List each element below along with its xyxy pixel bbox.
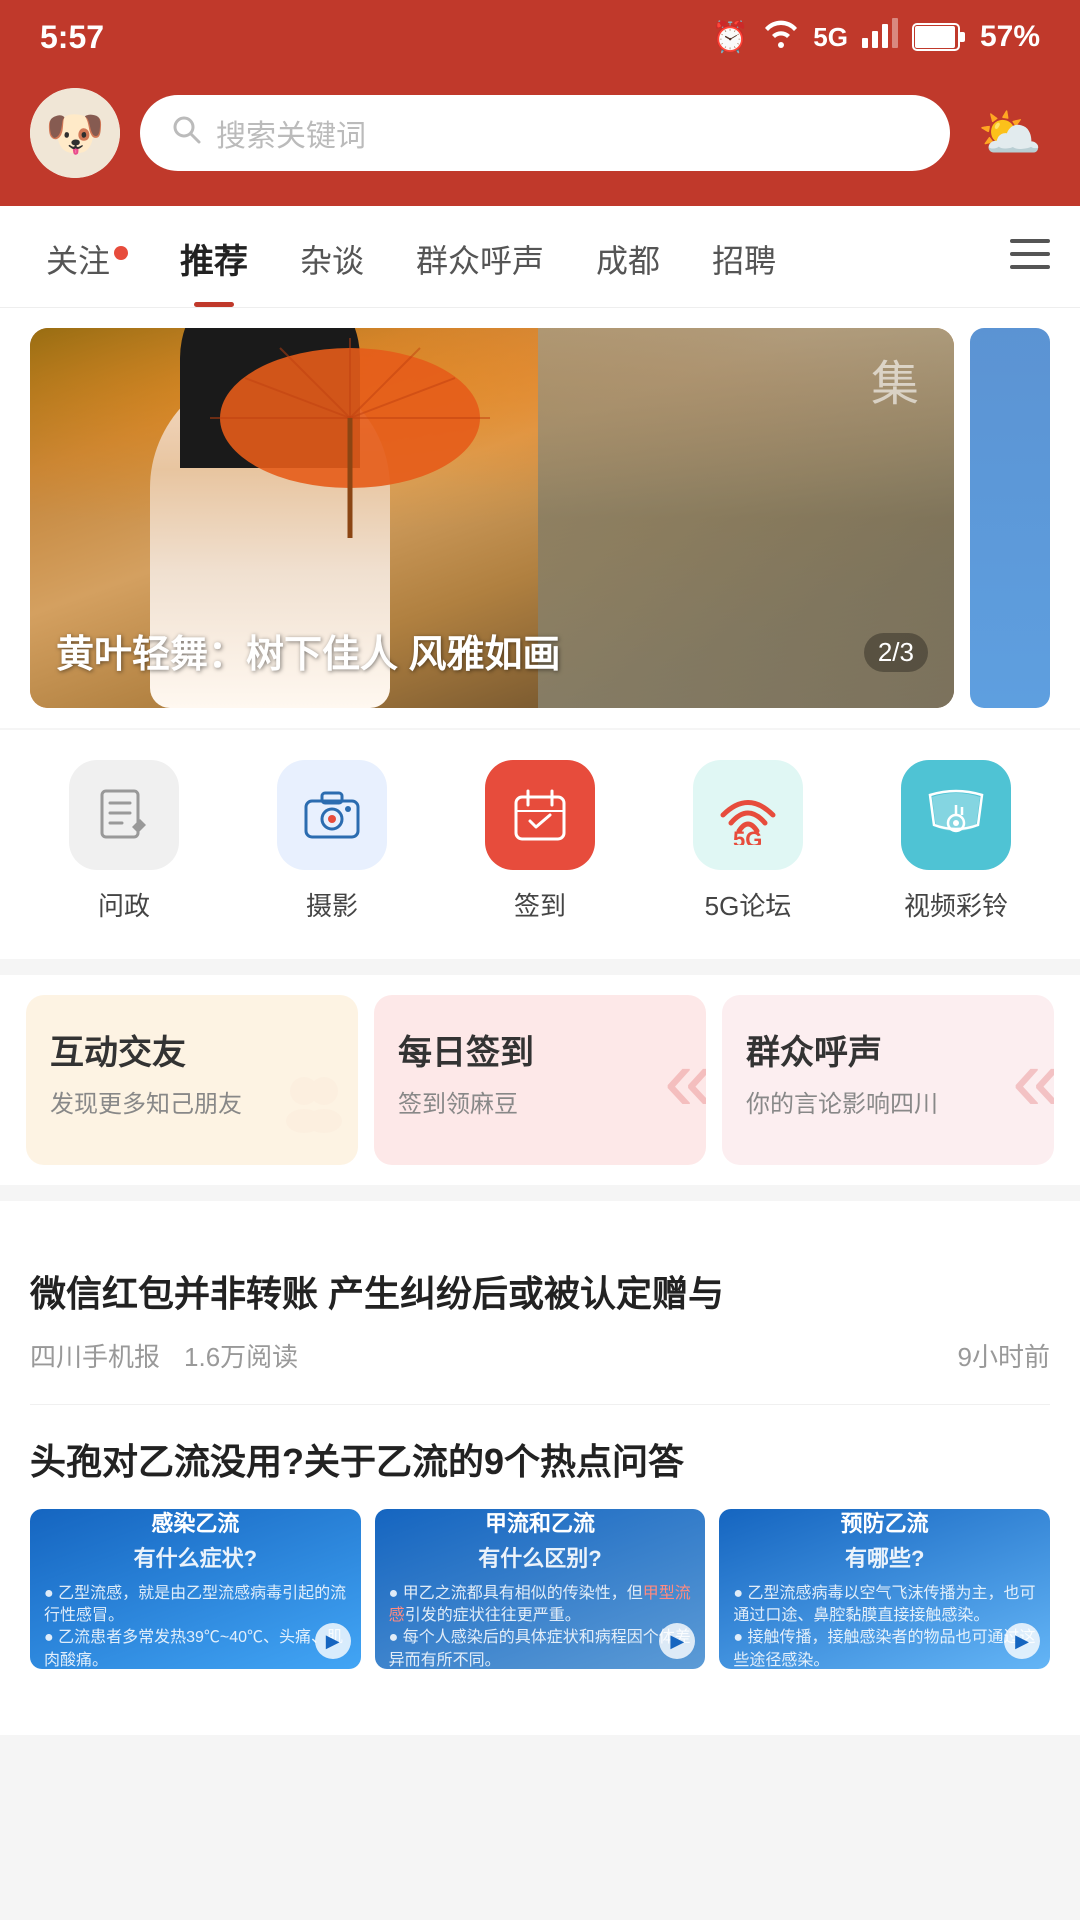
app-header: 🐶 搜索关键词 ⛅ (0, 70, 1080, 206)
promo-qiandao-title: 每日签到 (398, 1025, 682, 1074)
img-1-play: ▶ (315, 1623, 351, 1659)
news-1-time: 9小时前 (958, 1337, 1050, 1374)
search-icon (170, 113, 202, 154)
news-img-1: 感染乙流 有什么症状? ● 乙型流感，就是由乙型流感病毒引起的流行性感冒。 ● … (30, 1509, 361, 1669)
wenzhen-label: 问政 (98, 886, 150, 923)
qiandao-icon (485, 760, 595, 870)
promo-qunzhong-deco: « (1012, 1035, 1054, 1125)
quick-item-sheying[interactable]: 摄影 (277, 760, 387, 923)
status-right: ⏰ 5G 57% (712, 18, 1040, 56)
promo-qiandao-sub: 签到领麻豆 (398, 1084, 682, 1119)
news-img-3: 预防乙流 有哪些? ● 乙型流感病毒以空气飞沫传播为主，也可通过口途、鼻腔黏膜直… (719, 1509, 1050, 1669)
promo-qunzhong-title: 群众呼声 (746, 1025, 1030, 1074)
news-section: 微信红包并非转账 产生纠纷后或被认定赠与 四川手机报 1.6万阅读 9小时前 头… (0, 1201, 1080, 1735)
svg-text:5G: 5G (733, 827, 762, 845)
tab-chengdu[interactable]: 成都 (570, 208, 686, 306)
news-img-2: 甲流和乙流 有什么区别? ● 甲乙之流都具有相似的传染性，但甲型流感引发的症状往… (375, 1509, 706, 1669)
tab-voice[interactable]: 群众呼声 (390, 208, 570, 306)
alarm-icon: ⏰ (712, 20, 749, 55)
banner-container: 集 (0, 328, 1080, 708)
quick-icons: 问政 摄影 签到 (0, 730, 1080, 959)
search-bar[interactable]: 搜索关键词 (140, 95, 950, 171)
img-2-bullets: ● 甲乙之流都具有相似的传染性，但甲型流感引发的症状往往更严重。 ● 每个人感染… (389, 1583, 692, 1669)
sheying-icon (277, 760, 387, 870)
5g-label: 5G论坛 (705, 886, 792, 923)
news-item-2[interactable]: 头孢对乙流没用?关于乙流的9个热点问答 感染乙流 有什么症状? ● 乙型流感，就… (30, 1405, 1050, 1699)
tab-follow[interactable]: 关注 (20, 208, 154, 306)
promo-hudong-title: 互动交友 (50, 1025, 334, 1074)
avatar[interactable]: 🐶 (30, 88, 120, 178)
promo-hudong-deco (278, 1069, 348, 1155)
img-3-bullets: ● 乙型流感病毒以空气飞沫传播为主，也可通过口途、鼻腔黏膜直接接触感染。 ● 接… (733, 1583, 1036, 1669)
banner-main[interactable]: 集 (30, 328, 954, 708)
quick-item-wenzhen[interactable]: 问政 (69, 760, 179, 923)
tab-chat[interactable]: 杂谈 (274, 208, 390, 306)
news-item-1[interactable]: 微信红包并非转账 产生纠纷后或被认定赠与 四川手机报 1.6万阅读 9小时前 (30, 1237, 1050, 1405)
news-2-images: 感染乙流 有什么症状? ● 乙型流感，就是由乙型流感病毒引起的流行性感冒。 ● … (30, 1509, 1050, 1669)
tab-recruit[interactable]: 招聘 (686, 208, 802, 306)
battery-icon (912, 23, 966, 51)
signal-label: 5G (813, 22, 848, 53)
wenzhen-icon (69, 760, 179, 870)
banner-side (970, 328, 1050, 708)
caolling-label: 视频彩铃 (904, 886, 1008, 923)
img-2-main: 有什么区别? (478, 1544, 601, 1575)
promo-card-qunzhong[interactable]: 群众呼声 你的言论影响四川 « (722, 995, 1054, 1165)
img-3-play: ▶ (1004, 1623, 1040, 1659)
caolling-icon (901, 760, 1011, 870)
news-1-meta: 四川手机报 1.6万阅读 9小时前 (30, 1337, 1050, 1374)
promo-card-hudong[interactable]: 互动交友 发现更多知己朋友 (26, 995, 358, 1165)
img-1-main: 有什么症状? (134, 1544, 257, 1575)
promo-qunzhong-sub: 你的言论影响四川 (746, 1084, 1030, 1119)
search-input[interactable]: 搜索关键词 (216, 111, 366, 155)
img-2-top: 甲流和乙流 (485, 1509, 595, 1538)
news-1-reads: 1.6万阅读 (184, 1337, 298, 1374)
banner-section: 集 (0, 308, 1080, 728)
5g-icon: 5G (693, 760, 803, 870)
wifi-icon (763, 18, 799, 56)
promo-cards: 互动交友 发现更多知己朋友 每日签到 签到领麻豆 « 群众呼声 你的言论影响四川… (0, 975, 1080, 1185)
promo-qiandao-deco: « (664, 1035, 706, 1125)
status-bar: 5:57 ⏰ 5G 57% (0, 0, 1080, 70)
news-1-title: 微信红包并非转账 产生纠纷后或被认定赠与 (30, 1267, 1050, 1321)
banner-counter: 2/3 (864, 633, 928, 672)
nav-tabs: 关注 推荐 杂谈 群众呼声 成都 招聘 (0, 206, 1080, 308)
banner-title: 黄叶轻舞：树下佳人 风雅如画 (56, 623, 561, 678)
img-1-top: 感染乙流 (151, 1509, 239, 1538)
weather-icon[interactable]: ⛅ (970, 93, 1050, 173)
quick-item-caolling[interactable]: 视频彩铃 (901, 760, 1011, 923)
nav-menu-button[interactable] (1000, 216, 1060, 298)
news-1-source: 四川手机报 (30, 1337, 160, 1374)
battery-percent: 57% (980, 20, 1040, 54)
img-3-main: 有哪些? (845, 1544, 924, 1575)
sheying-label: 摄影 (306, 886, 358, 923)
follow-dot (114, 246, 128, 260)
tab-recommend[interactable]: 推荐 (154, 206, 274, 307)
news-2-title: 头孢对乙流没用?关于乙流的9个热点问答 (30, 1435, 1050, 1489)
signal-bars-icon (862, 18, 898, 56)
promo-card-qiandao[interactable]: 每日签到 签到领麻豆 « (374, 995, 706, 1165)
img-3-top: 预防乙流 (841, 1509, 929, 1538)
status-time: 5:57 (40, 19, 104, 56)
quick-item-5g[interactable]: 5G 5G论坛 (693, 760, 803, 923)
img-1-bullets: ● 乙型流感，就是由乙型流感病毒引起的流行性感冒。 ● 乙流患者多常发热39℃~… (44, 1583, 347, 1669)
avatar-image: 🐶 (30, 88, 120, 178)
quick-item-qiandao[interactable]: 签到 (485, 760, 595, 923)
qiandao-label: 签到 (514, 886, 566, 923)
